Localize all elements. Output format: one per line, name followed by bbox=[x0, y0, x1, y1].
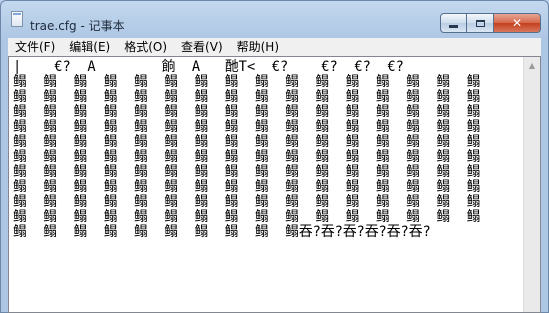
menu-view[interactable]: 查看(V) bbox=[174, 38, 230, 56]
editor-content[interactable]: | €? A 餉 A 酏T< €? €? €? €? 鳎 鳎 鳎 鳎 鳎 鳎 鳎… bbox=[13, 60, 480, 240]
menu-format[interactable]: 格式(O) bbox=[117, 38, 174, 56]
window-title: trae.cfg - 记事本 bbox=[30, 19, 125, 33]
minimize-icon bbox=[449, 24, 458, 28]
close-icon: ✕ bbox=[511, 16, 523, 30]
title-bar[interactable]: trae.cfg - 记事本 ✕ bbox=[0, 0, 549, 38]
maximize-button[interactable] bbox=[467, 13, 494, 33]
menu-edit[interactable]: 编辑(E) bbox=[62, 38, 117, 56]
vertical-scrollbar[interactable]: ▲ bbox=[523, 57, 540, 312]
text-editor[interactable]: | €? A 餉 A 酏T< €? €? €? €? 鳎 鳎 鳎 鳎 鳎 鳎 鳎… bbox=[8, 56, 541, 313]
scroll-up-arrow-icon[interactable]: ▲ bbox=[524, 57, 540, 74]
notepad-window: trae.cfg - 记事本 ✕ 文件(F) 编辑(E) 格式(O) 查看(V)… bbox=[0, 0, 549, 313]
maximize-icon bbox=[475, 19, 485, 27]
close-button[interactable]: ✕ bbox=[494, 13, 541, 33]
menu-bar: 文件(F) 编辑(E) 格式(O) 查看(V) 帮助(H) bbox=[8, 38, 541, 56]
menu-file[interactable]: 文件(F) bbox=[8, 38, 62, 56]
notepad-icon[interactable] bbox=[11, 11, 23, 27]
minimize-button[interactable] bbox=[440, 13, 467, 33]
caption-buttons: ✕ bbox=[440, 13, 541, 35]
menu-help[interactable]: 帮助(H) bbox=[230, 38, 286, 56]
